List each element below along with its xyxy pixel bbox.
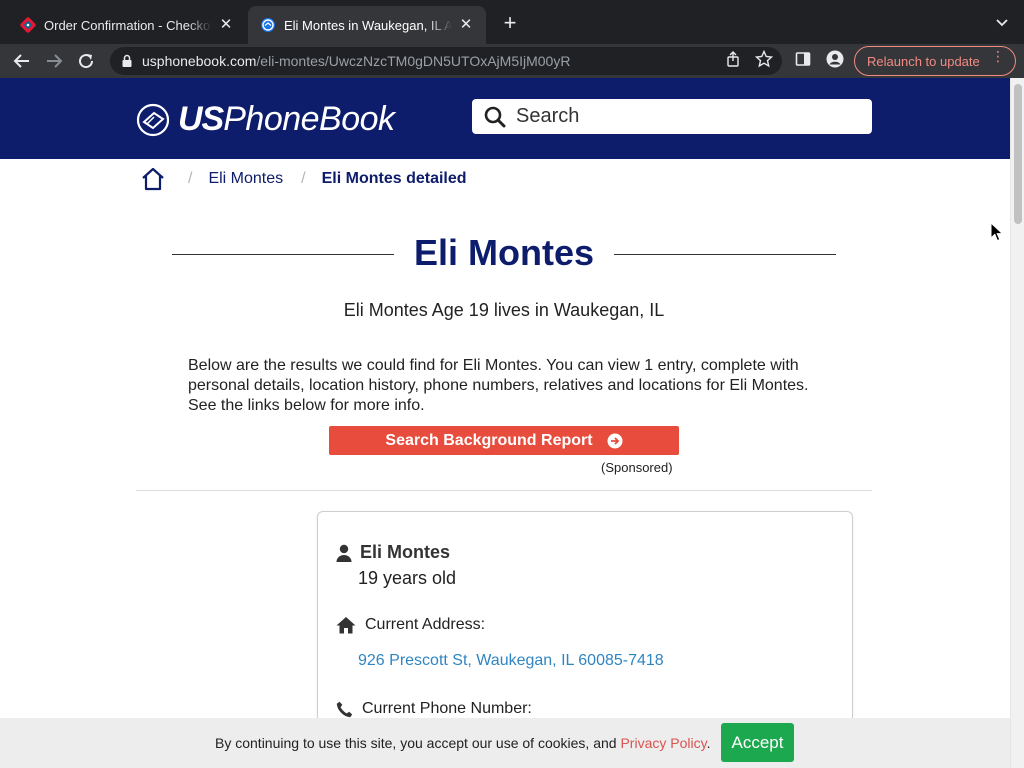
house-icon (336, 617, 356, 634)
breadcrumb-item-current: Eli Montes detailed (321, 170, 467, 187)
relaunch-label: Relaunch to update (867, 53, 980, 69)
tab-search-chevron-icon[interactable] (994, 14, 1010, 30)
mouse-cursor-icon (990, 222, 1004, 242)
site-search-box[interactable] (472, 99, 872, 134)
page-subtitle: Eli Montes Age 19 lives in Waukegan, IL (343, 300, 665, 320)
usphonebook-favicon-icon (260, 17, 276, 33)
phonebook-logo-icon (136, 103, 170, 136)
cookie-text: By continuing to use this site, you acce… (215, 735, 621, 751)
logo-text-phonebook: PhoneBook (223, 100, 395, 138)
url-path: /eli-montes/UwczNzcTM0gDN5UTOxAjM5IjM00y… (256, 53, 571, 69)
browser-tab-strip: Order Confirmation - Checkout ✕ Eli Mont… (0, 0, 1024, 44)
arrow-circle-right-icon (607, 433, 623, 448)
accept-cookies-button[interactable]: Accept (721, 723, 794, 762)
breadcrumb-separator: / (301, 170, 306, 187)
background-report-label: Search Background Report (385, 431, 593, 449)
dominos-favicon-icon (20, 17, 36, 33)
current-address-link[interactable]: 926 Prescott St, Waukegan, IL 60085-7418 (358, 652, 664, 670)
current-phone-label: Current Phone Number: (362, 700, 532, 717)
tab-close-icon[interactable]: ✕ (458, 17, 474, 33)
person-name-row: Eli Montes (336, 542, 450, 563)
current-phone-row: Current Phone Number: (336, 700, 532, 718)
relaunch-to-update-button[interactable]: Relaunch to update ⋮ (854, 46, 1016, 76)
breadcrumb-item-eli-montes[interactable]: Eli Montes (208, 170, 283, 188)
page-title: Eli Montes (413, 232, 595, 273)
lock-icon[interactable] (120, 54, 134, 68)
tab-close-icon[interactable]: ✕ (218, 17, 234, 33)
current-address-row: Current Address: (336, 616, 485, 634)
forward-arrow-icon[interactable] (42, 49, 66, 73)
site-header: US PhoneBook (0, 78, 1010, 159)
scrollbar-thumb[interactable] (1014, 84, 1022, 224)
browser-tab-eli-montes[interactable]: Eli Montes in Waukegan, IL Age ✕ (248, 6, 486, 44)
cookie-period: . (706, 735, 711, 751)
person-result-card: Eli Montes 19 years old Current Address:… (317, 511, 853, 751)
search-icon (484, 106, 506, 127)
url-host: usphonebook.com (142, 53, 257, 69)
section-divider (136, 490, 872, 491)
privacy-policy-link[interactable]: Privacy Policy (620, 735, 706, 751)
address-bar[interactable]: usphonebook.com/eli-montes/UwczNzcTM0gDN… (110, 47, 782, 75)
cookie-consent-bar: By continuing to use this site, you acce… (0, 718, 1010, 768)
back-arrow-icon[interactable] (10, 49, 34, 73)
person-name[interactable]: Eli Montes (360, 542, 450, 563)
reload-icon[interactable] (74, 49, 98, 73)
cookie-message: By continuing to use this site, you acce… (215, 735, 710, 751)
more-menu-icon[interactable]: ⋮ (991, 49, 1005, 63)
intro-paragraph: Below are the results we could find for … (188, 357, 809, 414)
bookmark-star-icon[interactable] (753, 48, 775, 70)
breadcrumb: / Eli Montes / Eli Montes detailed (140, 165, 485, 193)
person-age: 19 years old (358, 568, 457, 588)
person-icon (336, 544, 352, 562)
logo-text-us: US (178, 100, 224, 138)
site-logo[interactable]: US PhoneBook (136, 100, 395, 139)
tab-title: Eli Montes in Waukegan, IL Age (284, 17, 452, 33)
breadcrumb-separator: / (188, 170, 193, 187)
current-address-label: Current Address: (365, 616, 486, 633)
search-background-report-button[interactable]: Search Background Report (329, 426, 679, 455)
home-icon[interactable] (140, 166, 166, 192)
new-tab-plus-icon[interactable]: + (498, 12, 522, 36)
page-title-row: Eli Montes (172, 232, 836, 278)
share-icon[interactable] (722, 48, 744, 70)
search-input[interactable] (516, 105, 846, 128)
phone-icon (336, 701, 353, 717)
profile-avatar-icon[interactable] (824, 48, 846, 70)
browser-toolbar: usphonebook.com/eli-montes/UwczNzcTM0gDN… (0, 44, 1024, 78)
page-scrollbar[interactable] (1010, 78, 1024, 768)
browser-tab-order-confirmation[interactable]: Order Confirmation - Checkout ✕ (8, 6, 246, 44)
side-panel-icon[interactable] (792, 48, 814, 70)
tab-title: Order Confirmation - Checkout (44, 17, 212, 33)
sponsored-label: (Sponsored) (601, 460, 673, 475)
